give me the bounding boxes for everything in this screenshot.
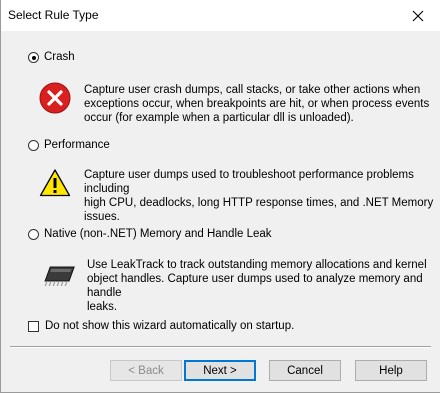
back-button[interactable]: < Back [110, 360, 182, 381]
warning-icon [39, 168, 71, 201]
crash-description: Capture user crash dumps, call stacks, o… [84, 83, 429, 125]
performance-description-line: high CPU, deadlocks, long HTTP response … [84, 197, 434, 209]
performance-description-line: issues. [84, 211, 120, 223]
close-icon [412, 10, 424, 21]
memory-leak-description: Use LeakTrack to track outstanding memor… [87, 258, 440, 314]
dialog-title: Select Rule Type [8, 8, 99, 22]
memory-leak-label[interactable]: Native (non-.NET) Memory and Handle Leak [44, 228, 272, 240]
performance-description: Capture user dumps used to troubleshoot … [84, 168, 440, 224]
crash-radio[interactable] [28, 52, 39, 63]
memory-chip-icon [41, 262, 75, 291]
crash-description-line: occur (for example when a particular dll… [84, 112, 354, 124]
dont-show-wizard-label[interactable]: Do not show this wizard automatically on… [45, 320, 294, 332]
memory-leak-description-line: object handles. Capture user dumps used … [87, 273, 423, 299]
dont-show-wizard-checkbox[interactable] [28, 321, 39, 332]
next-button[interactable]: Next > [184, 360, 256, 381]
title-bar: Select Rule Type [1, 0, 440, 31]
select-rule-type-dialog: Select Rule Type Crash Capture user cras… [0, 0, 440, 393]
cancel-button[interactable]: Cancel [269, 360, 341, 381]
help-button[interactable]: Help [355, 360, 427, 381]
error-icon [39, 82, 71, 117]
performance-label[interactable]: Performance [44, 139, 110, 151]
memory-leak-description-line: leaks. [87, 301, 118, 313]
crash-description-line: Capture user crash dumps, call stacks, o… [84, 84, 421, 96]
crash-description-line: exceptions occur, when breakpoints are h… [84, 98, 430, 110]
close-button[interactable] [395, 0, 440, 31]
crash-label[interactable]: Crash [44, 51, 75, 63]
memory-leak-description-line: Use LeakTrack to track outstanding memor… [87, 259, 427, 271]
memory-leak-radio[interactable] [28, 229, 39, 240]
separator [10, 346, 431, 348]
performance-description-line: Capture user dumps used to troubleshoot … [84, 169, 414, 195]
performance-radio[interactable] [28, 140, 39, 151]
